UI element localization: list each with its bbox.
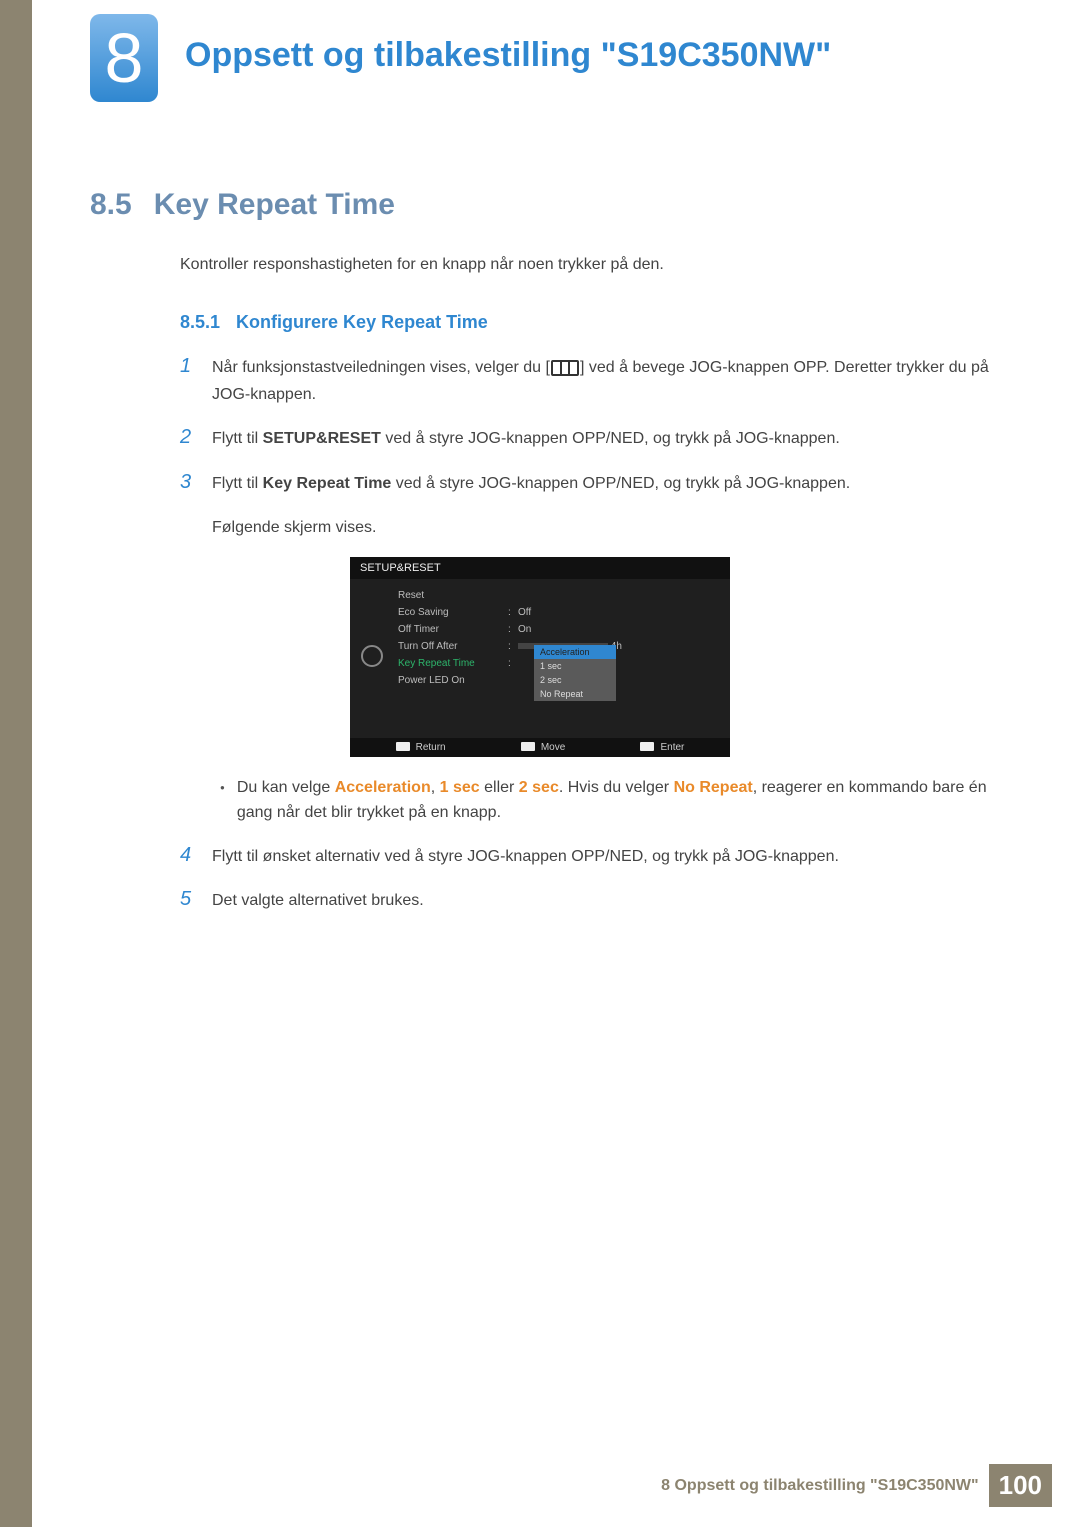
osd-title: SETUP&RESET xyxy=(350,557,730,579)
text-fragment: ved å styre JOG-knappen OPP/NED, og tryk… xyxy=(391,475,850,492)
footer-chapter-ref: 8 Oppsett og tilbakestilling "S19C350NW" xyxy=(661,1477,978,1495)
osd-label: Power LED On xyxy=(398,675,508,686)
bold-term: Key Repeat Time xyxy=(263,475,392,492)
step-number: 3 xyxy=(180,471,198,494)
subsection-heading: 8.5.1 Konfigurere Key Repeat Time xyxy=(180,312,990,333)
step-text: Flytt til SETUP&RESET ved å styre JOG-kn… xyxy=(212,426,990,452)
osd-screenshot: SETUP&RESET Reset Eco Saving:Off Off Tim… xyxy=(350,557,730,757)
step-5: 5 Det valgte alternativet brukes. xyxy=(180,888,990,914)
text-fragment: ved å styre JOG-knappen OPP/NED, og tryk… xyxy=(381,430,840,447)
step-number: 2 xyxy=(180,426,198,449)
text-fragment: . Hvis du velger xyxy=(559,779,674,796)
page-footer: 8 Oppsett og tilbakestilling "S19C350NW"… xyxy=(0,1464,1080,1507)
section-heading: 8.5 Key Repeat Time xyxy=(90,188,990,222)
section-title: Key Repeat Time xyxy=(154,188,395,222)
step-4: 4 Flytt til ønsket alternativ ved å styr… xyxy=(180,844,990,870)
side-accent-strip xyxy=(0,0,32,1527)
subsection-number: 8.5.1 xyxy=(180,312,220,333)
osd-option: 2 sec xyxy=(534,673,616,687)
subsection-title: Konfigurere Key Repeat Time xyxy=(236,312,488,333)
page-number: 100 xyxy=(989,1464,1052,1507)
step-text: Flytt til Key Repeat Time ved å styre JO… xyxy=(212,471,990,497)
step-number: 1 xyxy=(180,355,198,378)
step-followup: Følgende skjerm vises. xyxy=(212,515,990,541)
bold-term: SETUP&RESET xyxy=(263,430,381,447)
bullet-icon: ● xyxy=(220,783,225,792)
bullet-text: Du kan velge Acceleration, 1 sec eller 2… xyxy=(237,775,990,826)
osd-dropdown: Acceleration 1 sec 2 sec No Repeat xyxy=(534,645,616,701)
osd-label: Off Timer xyxy=(398,624,508,635)
text-fragment: Flytt til xyxy=(212,475,263,492)
step-3: 3 Flytt til Key Repeat Time ved å styre … xyxy=(180,471,990,497)
gear-icon xyxy=(361,645,383,667)
osd-footer: Return Move Enter xyxy=(350,738,730,757)
step-text: Flytt til ønsket alternativ ved å styre … xyxy=(212,844,990,870)
osd-label: Reset xyxy=(398,590,508,601)
step-text: Når funksjonstastveiledningen vises, vel… xyxy=(212,355,990,408)
osd-option: No Repeat xyxy=(534,687,616,701)
option-term: 1 sec xyxy=(440,779,480,796)
step-1: 1 Når funksjonstastveiledningen vises, v… xyxy=(180,355,990,408)
text-fragment: , xyxy=(431,779,440,796)
text-fragment: Når funksjonstastveiledningen vises, vel… xyxy=(212,359,550,376)
option-term: 2 sec xyxy=(519,779,559,796)
text-fragment: eller xyxy=(480,779,519,796)
osd-hint-move: Move xyxy=(521,742,565,753)
osd-label: Key Repeat Time xyxy=(398,658,508,669)
osd-hint-enter: Enter xyxy=(640,742,684,753)
osd-row-offtimer: Off Timer:On xyxy=(398,621,720,638)
menu-icon xyxy=(551,360,579,376)
osd-hint-return: Return xyxy=(396,742,446,753)
osd-label: Eco Saving xyxy=(398,607,508,618)
note-bullet: ● Du kan velge Acceleration, 1 sec eller… xyxy=(220,775,990,826)
page-content: 8.5 Key Repeat Time Kontroller responsha… xyxy=(90,188,990,933)
chapter-number-badge: 8 xyxy=(90,14,158,102)
option-term: No Repeat xyxy=(674,779,753,796)
section-intro: Kontroller responshastigheten for en kna… xyxy=(180,254,990,276)
step-text: Det valgte alternativet brukes. xyxy=(212,888,990,914)
osd-label: Turn Off After xyxy=(398,641,508,652)
step-number: 5 xyxy=(180,888,198,911)
osd-option-selected: Acceleration xyxy=(534,645,616,659)
text-fragment: Du kan velge xyxy=(237,779,335,796)
osd-row-reset: Reset xyxy=(398,587,720,604)
step-number: 4 xyxy=(180,844,198,867)
option-term: Acceleration xyxy=(335,779,431,796)
section-number: 8.5 xyxy=(90,188,132,222)
osd-value: On xyxy=(518,624,720,635)
osd-option: 1 sec xyxy=(534,659,616,673)
osd-value: Off xyxy=(518,607,720,618)
chapter-title: Oppsett og tilbakestilling "S19C350NW" xyxy=(185,36,831,75)
osd-row-eco: Eco Saving:Off xyxy=(398,604,720,621)
step-2: 2 Flytt til SETUP&RESET ved å styre JOG-… xyxy=(180,426,990,452)
text-fragment: Flytt til xyxy=(212,430,263,447)
osd-icon-col xyxy=(350,579,394,693)
